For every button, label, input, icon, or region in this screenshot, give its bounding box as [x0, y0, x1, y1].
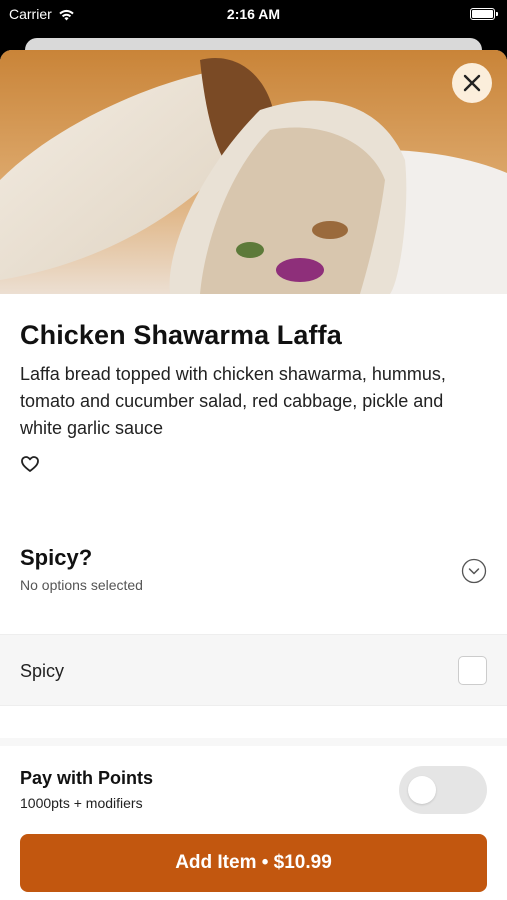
item-info: Chicken Shawarma Laffa Laffa bread toppe…	[0, 294, 507, 479]
status-bar: Carrier 2:16 AM	[0, 0, 507, 32]
add-item-button[interactable]: Add Item • $10.99	[20, 834, 487, 892]
option-label: Spicy	[20, 661, 65, 681]
heart-outline-icon[interactable]	[20, 454, 40, 474]
close-button[interactable]	[452, 63, 492, 103]
item-detail-sheet: Chicken Shawarma Laffa Laffa bread toppe…	[0, 50, 507, 900]
battery-icon	[470, 8, 498, 20]
modifier-group-subtitle: No options selected	[20, 577, 143, 593]
item-title: Chicken Shawarma Laffa	[20, 320, 342, 350]
wrap-illustration	[0, 50, 507, 294]
option-checkbox[interactable]	[458, 656, 487, 685]
modifier-group-header[interactable]: Spicy? No options selected	[20, 545, 487, 593]
close-icon	[463, 74, 481, 92]
section-divider	[0, 738, 507, 746]
status-time: 2:16 AM	[226, 6, 281, 22]
toggle-knob	[408, 776, 436, 804]
option-row-spicy[interactable]: Spicy	[0, 634, 507, 706]
modifier-group-title: Spicy?	[20, 545, 93, 570]
chevron-down-circle-icon[interactable]	[461, 558, 487, 584]
item-description: Laffa bread topped with chicken shawarma…	[20, 364, 446, 438]
points-toggle[interactable]	[399, 766, 487, 814]
pay-with-points-row: Pay with Points 1000pts + modifiers	[20, 766, 487, 814]
item-photo	[0, 50, 507, 294]
